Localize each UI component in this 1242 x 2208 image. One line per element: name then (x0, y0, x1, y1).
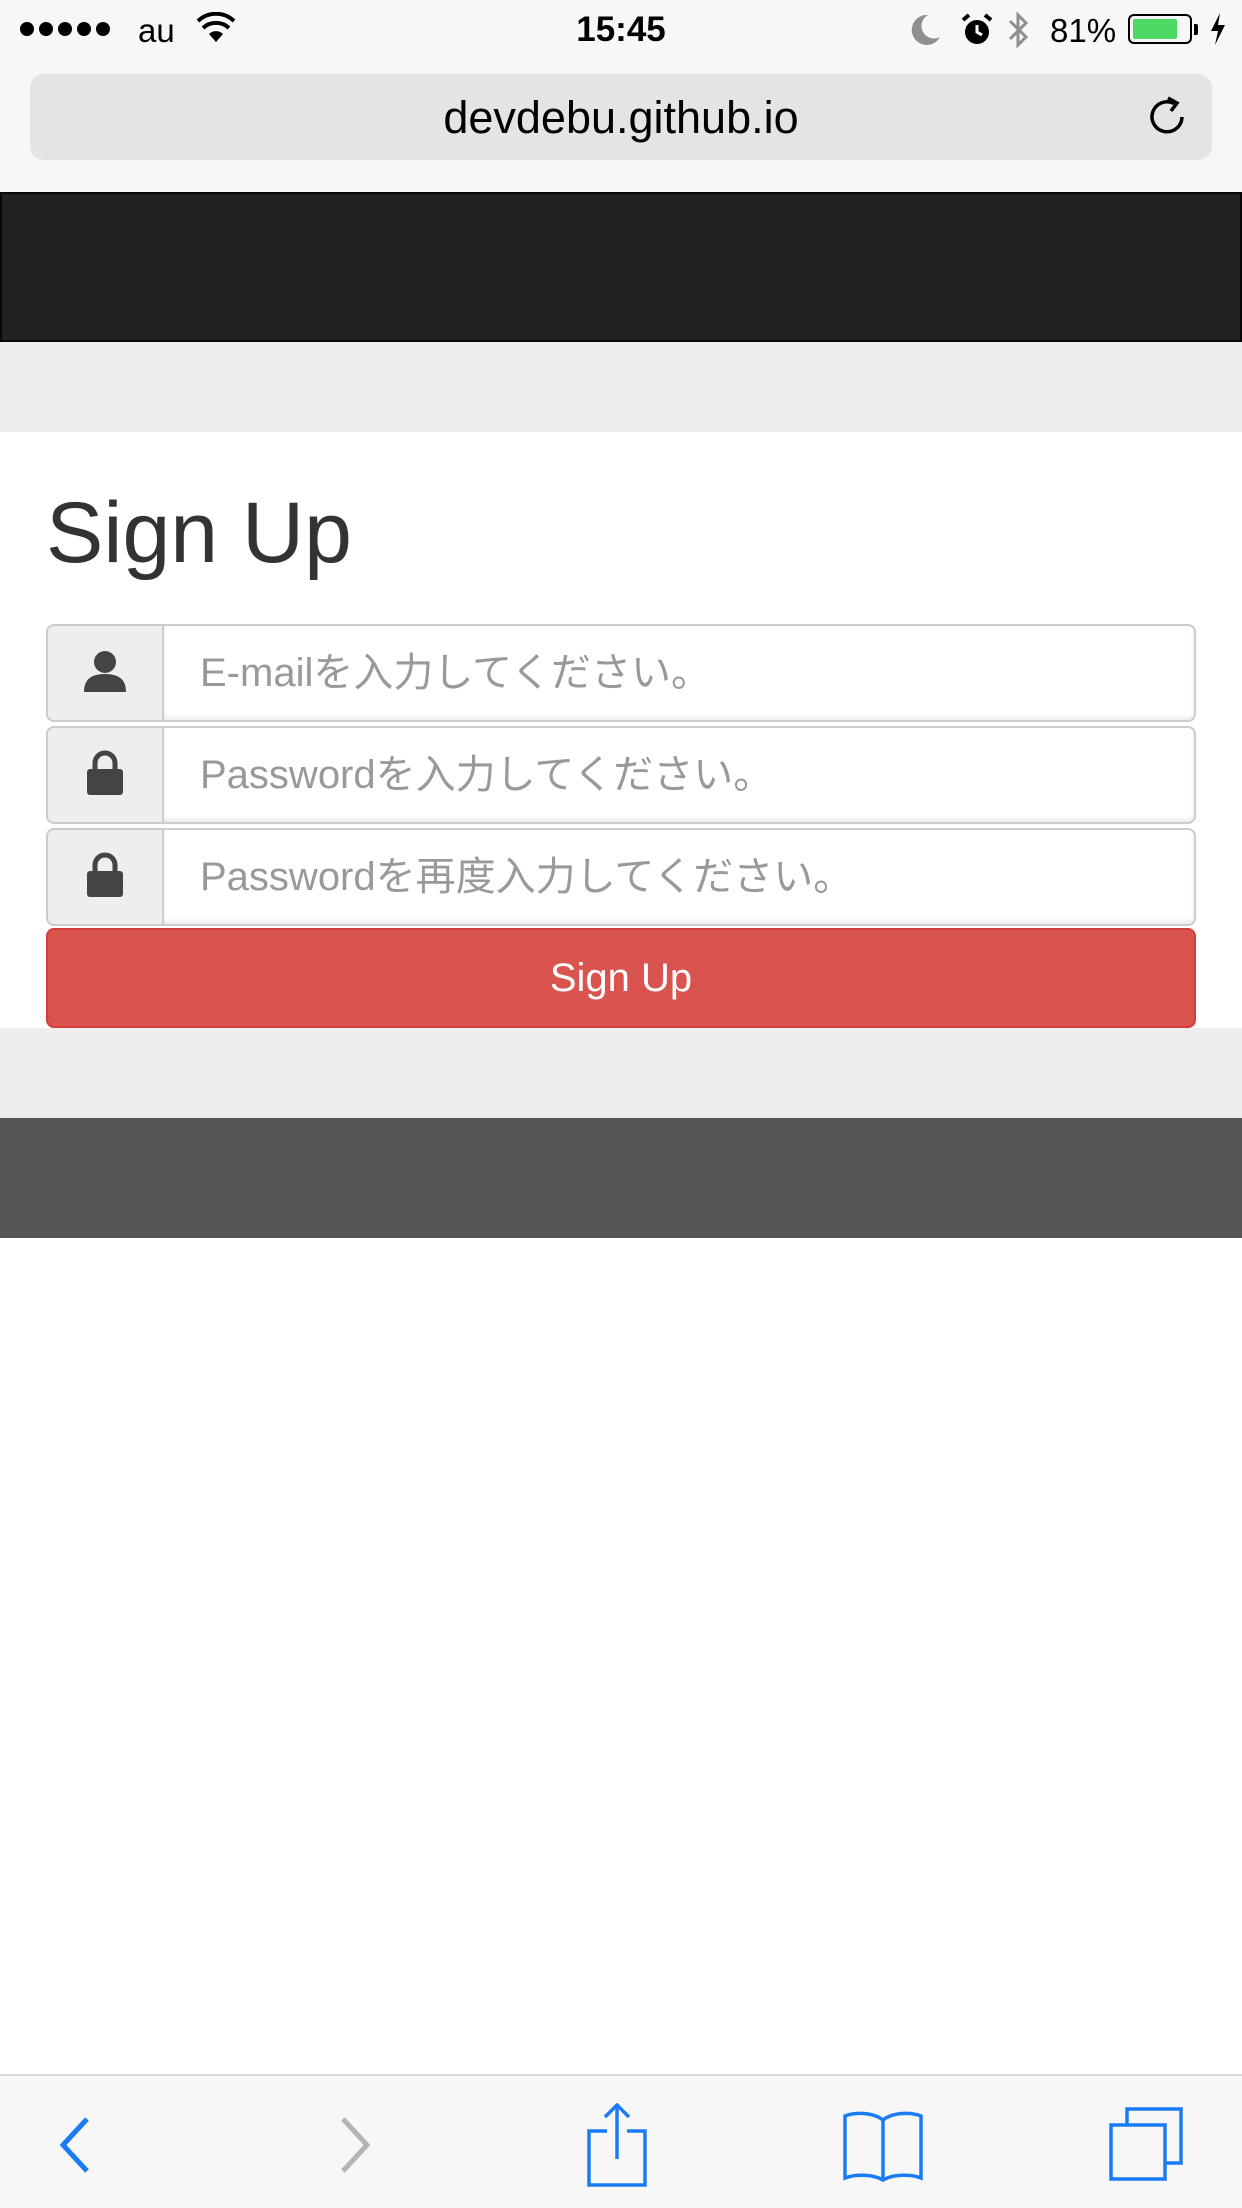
battery-percentage: 81% (1050, 12, 1117, 49)
password-confirm-addon (46, 828, 164, 926)
do-not-disturb-icon (910, 13, 942, 52)
signup-panel: Sign Up E-mailを入力してください。 Sign Up (0, 432, 1242, 1028)
email-field[interactable] (162, 624, 1196, 722)
tabs-icon[interactable] (1102, 2100, 1192, 2190)
content-spacer (0, 1028, 1242, 1118)
header-spacer (0, 342, 1242, 432)
password-addon (46, 726, 164, 824)
browser-address-area: devdebu.github.io (0, 62, 1242, 192)
address-bar[interactable]: devdebu.github.io (30, 74, 1212, 160)
lock-icon (85, 750, 125, 801)
charging-bolt-icon (1208, 12, 1228, 51)
email-addon (46, 624, 164, 722)
email-input-group (46, 624, 1196, 722)
battery-tip (1194, 24, 1198, 35)
bluetooth-icon (1006, 10, 1030, 55)
browser-toolbar (0, 2074, 1242, 2208)
password-field[interactable] (162, 726, 1196, 824)
site-navbar (0, 192, 1242, 342)
status-bar: au 15:45 81% (0, 0, 1242, 62)
reload-icon[interactable] (1144, 94, 1190, 145)
user-icon (81, 648, 129, 699)
share-icon[interactable] (572, 2100, 662, 2190)
password-confirm-input-group (46, 828, 1196, 926)
password-input-group (46, 726, 1196, 824)
password-confirm-field[interactable] (162, 828, 1196, 926)
page-title: Sign Up (46, 485, 352, 581)
back-icon[interactable] (32, 2100, 122, 2190)
forward-icon[interactable] (308, 2100, 398, 2190)
lock-icon (85, 852, 125, 903)
alarm-icon (960, 12, 994, 53)
site-footer (0, 1118, 1242, 1238)
url-text[interactable]: devdebu.github.io (30, 92, 1212, 144)
bookmarks-icon[interactable] (838, 2100, 928, 2190)
battery-icon (1128, 14, 1192, 44)
signup-button[interactable]: Sign Up (46, 928, 1196, 1028)
